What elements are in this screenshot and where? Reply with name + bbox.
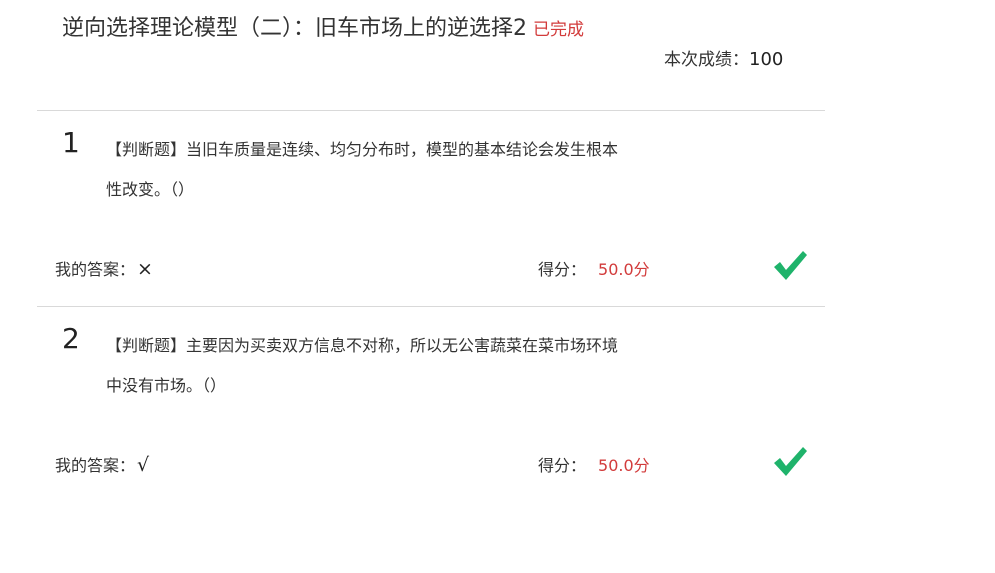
my-answer-label: 我的答案： bbox=[55, 260, 136, 279]
status-badge: 已完成 bbox=[533, 20, 584, 40]
question-score: 得分： 50.0分 bbox=[538, 452, 650, 476]
page-title-row: 逆向选择理论模型（二）：旧车市场上的逆选择2 已完成 bbox=[62, 10, 584, 42]
total-score-label: 本次成绩： bbox=[664, 50, 749, 70]
my-answer-label: 我的答案： bbox=[55, 456, 136, 475]
my-answer: 我的答案： √ bbox=[55, 452, 149, 476]
check-icon bbox=[774, 251, 807, 280]
check-icon bbox=[774, 447, 807, 476]
my-answer-value: √ bbox=[137, 454, 150, 476]
question-item: 1 【判断题】当旧车质量是连续、均匀分布时，模型的基本结论会发生根本性改变。（）… bbox=[0, 110, 995, 290]
total-score-value: 100 bbox=[749, 49, 784, 70]
page-title: 逆向选择理论模型（二）：旧车市场上的逆选择2 bbox=[62, 16, 527, 41]
total-score: 本次成绩：100 bbox=[664, 45, 783, 70]
question-item: 2 【判断题】主要因为买卖双方信息不对称，所以无公害蔬菜在菜市场环境中没有市场。… bbox=[0, 306, 995, 486]
my-answer: 我的答案： × bbox=[55, 256, 153, 280]
question-score-label: 得分： bbox=[538, 456, 587, 475]
question-score: 得分： 50.0分 bbox=[538, 256, 650, 280]
question-text: 【判断题】主要因为买卖双方信息不对称，所以无公害蔬菜在菜市场环境中没有市场。（） bbox=[106, 336, 619, 395]
question-score-value: 50.0分 bbox=[598, 260, 650, 279]
question-score-value: 50.0分 bbox=[598, 456, 650, 475]
my-answer-value: × bbox=[137, 258, 153, 280]
question-text: 【判断题】当旧车质量是连续、均匀分布时，模型的基本结论会发生根本性改变。（） bbox=[106, 140, 619, 199]
question-number: 1 bbox=[62, 126, 80, 159]
question-score-label: 得分： bbox=[538, 260, 587, 279]
question-number: 2 bbox=[62, 322, 80, 355]
